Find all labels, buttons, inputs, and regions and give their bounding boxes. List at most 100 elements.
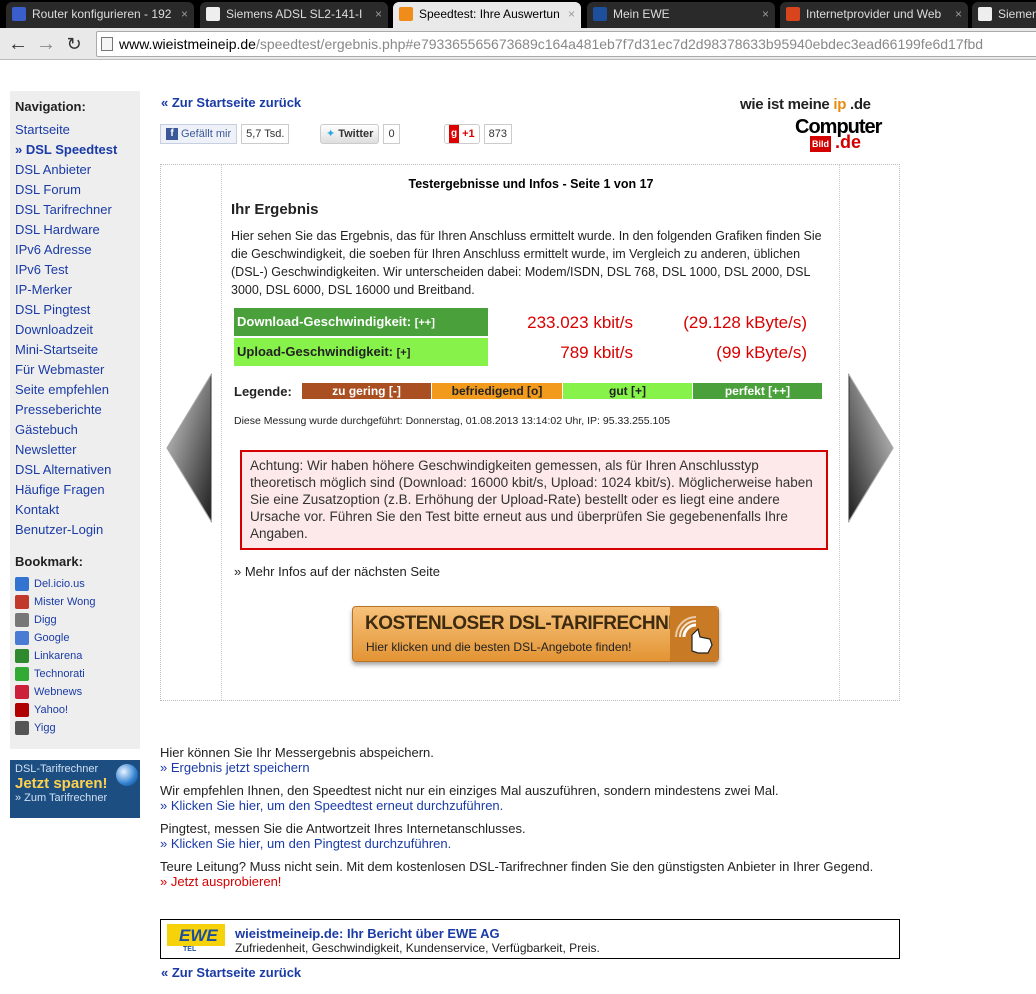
back-arrow-icon[interactable]: ← <box>6 33 30 55</box>
sidebar-nav-item[interactable]: IP-Merker <box>10 280 140 300</box>
repeat-text: Wir empfehlen Ihnen, den Speedtest nicht… <box>160 783 779 798</box>
sidebar-nav-item[interactable]: Für Webmaster <box>10 360 140 380</box>
tarif-link[interactable]: » Jetzt ausprobieren! <box>160 874 900 889</box>
browser-tab[interactable]: Internetprovider und Web × <box>780 2 968 28</box>
gplus-button[interactable]: g +1 <box>444 124 480 144</box>
tab-favicon-icon <box>593 7 607 21</box>
sidebar-nav-item[interactable]: DSL Forum <box>10 180 140 200</box>
sidebar-nav-item[interactable]: Kontakt <box>10 500 140 520</box>
ewe-report-box[interactable]: EWE TEL wieistmeineip.de: Ihr Bericht üb… <box>160 919 900 959</box>
webnews-icon <box>15 685 29 699</box>
sidebar-nav-item[interactable]: Benutzer-Login <box>10 520 140 540</box>
sidebar-nav-item[interactable]: DSL Tarifrechner <box>10 200 140 220</box>
result-panel: Testergebnisse und Infos - Seite 1 von 1… <box>160 164 900 701</box>
bookmark-item[interactable]: Del.icio.us <box>10 575 140 593</box>
bookmark-label: Yahoo! <box>34 704 69 716</box>
legend: Legende: zu gering [-] befriedigend [o] gu… <box>234 382 823 400</box>
facebook-count: 5,7 Tsd. <box>241 124 290 144</box>
tarifrechner-banner[interactable]: KOSTENLOSER DSL-TARIFRECHNER Hier klicke… <box>352 606 719 662</box>
legend-item: befriedigend [o] <box>432 383 562 399</box>
sidebar-nav-item[interactable]: Seite empfehlen <box>10 380 140 400</box>
save-text: Hier können Sie Ihr Messergebnis abspeic… <box>160 745 434 760</box>
reload-icon[interactable]: ↻ <box>62 33 86 55</box>
tab-favicon-icon <box>12 7 26 21</box>
bookmark-item[interactable]: Webnews <box>10 683 140 701</box>
sidebar-nav-item[interactable]: DSL Anbieter <box>10 160 140 180</box>
gplus-share[interactable]: g +1 873 <box>444 124 513 144</box>
ewe-title[interactable]: wieistmeineip.de: Ihr Bericht über EWE A… <box>235 926 500 941</box>
tab-favicon-icon <box>206 7 220 21</box>
technorati-icon <box>15 667 29 681</box>
legend-item: zu gering [-] <box>302 383 431 399</box>
gplus-count: 873 <box>483 124 513 144</box>
bookmark-item[interactable]: Google <box>10 629 140 647</box>
sidebar-nav-item[interactable]: IPv6 Adresse <box>10 240 140 260</box>
bookmark-label: Del.icio.us <box>34 578 85 590</box>
measurement-info: Diese Messung wurde durchgeführt: Donner… <box>234 415 671 427</box>
forward-arrow-icon[interactable]: → <box>34 33 58 55</box>
save-link[interactable]: » Ergebnis jetzt speichern <box>160 760 434 775</box>
gplus-icon: g <box>449 125 460 143</box>
sidebar-nav-item[interactable]: Gästebuch <box>10 420 140 440</box>
address-bar[interactable]: www.wieistmeineip.de/speedtest/ergebnis.… <box>96 31 1036 57</box>
page-icon <box>101 37 113 51</box>
banner-title: KOSTENLOSER DSL-TARIFRECHNER <box>365 613 694 634</box>
ewe-subtitle: Zufriedenheit, Geschwindigkeit, Kundense… <box>235 941 600 955</box>
browser-tab[interactable]: Siemens ADSL SL2-141-I × <box>200 2 388 28</box>
sidebar-nav-item[interactable]: » DSL Speedtest <box>10 140 140 160</box>
sidebar-nav-item[interactable]: Mini-Startseite <box>10 340 140 360</box>
browser-tab[interactable]: Mein EWE × <box>587 2 775 28</box>
sidebar-nav-item[interactable]: Downloadzeit <box>10 320 140 340</box>
sidebar-nav-item[interactable]: Häufige Fragen <box>10 480 140 500</box>
twitter-label: Twitter <box>338 128 374 140</box>
google-icon <box>15 631 29 645</box>
more-info-link[interactable]: » Mehr Infos auf der nächsten Seite <box>234 564 440 579</box>
bookmark-item[interactable]: Digg <box>10 611 140 629</box>
previous-page-arrow-icon[interactable] <box>165 373 213 523</box>
url-host: www.wieistmeineip.de <box>119 36 256 52</box>
tab-close-icon[interactable]: × <box>955 2 962 26</box>
logo-de: .de <box>835 132 862 152</box>
tab-title: Mein EWE <box>613 7 670 21</box>
bookmark-item[interactable]: Technorati <box>10 665 140 683</box>
twitter-share[interactable]: ✦ Twitter 0 <box>320 124 400 144</box>
panel-divider-right <box>839 165 840 700</box>
browser-tab[interactable]: Router konfigurieren - 192 × <box>6 2 194 28</box>
bookmark-item[interactable]: Mister Wong <box>10 593 140 611</box>
ping-link[interactable]: » Klicken Sie hier, um den Pingtest durc… <box>160 836 526 851</box>
back-to-home-link-bottom[interactable]: « Zur Startseite zurück <box>161 965 301 980</box>
click-hand-icon <box>670 607 718 661</box>
browser-tab[interactable]: Siemens <box>972 2 1036 28</box>
tab-close-icon[interactable]: × <box>375 2 382 26</box>
repeat-link[interactable]: » Klicken Sie hier, um den Speedtest ern… <box>160 798 900 813</box>
back-to-home-link[interactable]: « Zur Startseite zurück <box>161 95 301 110</box>
url-path: /speedtest/ergebnis.php#e793365565673689… <box>255 36 984 52</box>
next-page-arrow-icon[interactable] <box>847 373 895 523</box>
tab-close-icon[interactable]: × <box>181 2 188 26</box>
sidebar-nav-item[interactable]: Startseite <box>10 120 140 140</box>
site-logo[interactable]: wie ist meine ip .de Computer Bild .de <box>740 96 882 154</box>
sidebar-nav-item[interactable]: Newsletter <box>10 440 140 460</box>
tarifrechner-promo[interactable]: DSL-Tarifrechner Jetzt sparen! » Zum Tar… <box>10 760 140 818</box>
sidebar-nav-item[interactable]: IPv6 Test <box>10 260 140 280</box>
sidebar-nav-item[interactable]: Presseberichte <box>10 400 140 420</box>
sidebar-nav-item[interactable]: DSL Pingtest <box>10 300 140 320</box>
tab-title: Speedtest: Ihre Auswertun <box>419 7 560 21</box>
yahoo-icon <box>15 703 29 717</box>
bookmark-label: Technorati <box>34 668 85 680</box>
bookmark-item[interactable]: Yigg <box>10 719 140 737</box>
tab-title: Siemens ADSL SL2-141-I <box>226 7 363 21</box>
browser-tab[interactable]: Speedtest: Ihre Auswertun × <box>393 2 581 28</box>
sidebar-nav-item[interactable]: DSL Hardware <box>10 220 140 240</box>
bookmark-label: Google <box>34 632 70 644</box>
facebook-like[interactable]: f Gefällt mir 5,7 Tsd. <box>160 124 290 144</box>
twitter-button[interactable]: ✦ Twitter <box>320 124 380 144</box>
tab-close-icon[interactable]: × <box>568 2 575 26</box>
tab-close-icon[interactable]: × <box>762 2 769 26</box>
sidebar-nav-item[interactable]: DSL Alternativen <box>10 460 140 480</box>
bookmark-item[interactable]: Yahoo! <box>10 701 140 719</box>
promo-line3: » Zum Tarifrechner <box>15 792 108 804</box>
bookmark-item[interactable]: Linkarena <box>10 647 140 665</box>
facebook-like-button[interactable]: f Gefällt mir <box>160 124 238 144</box>
linkarena-icon <box>15 649 29 663</box>
